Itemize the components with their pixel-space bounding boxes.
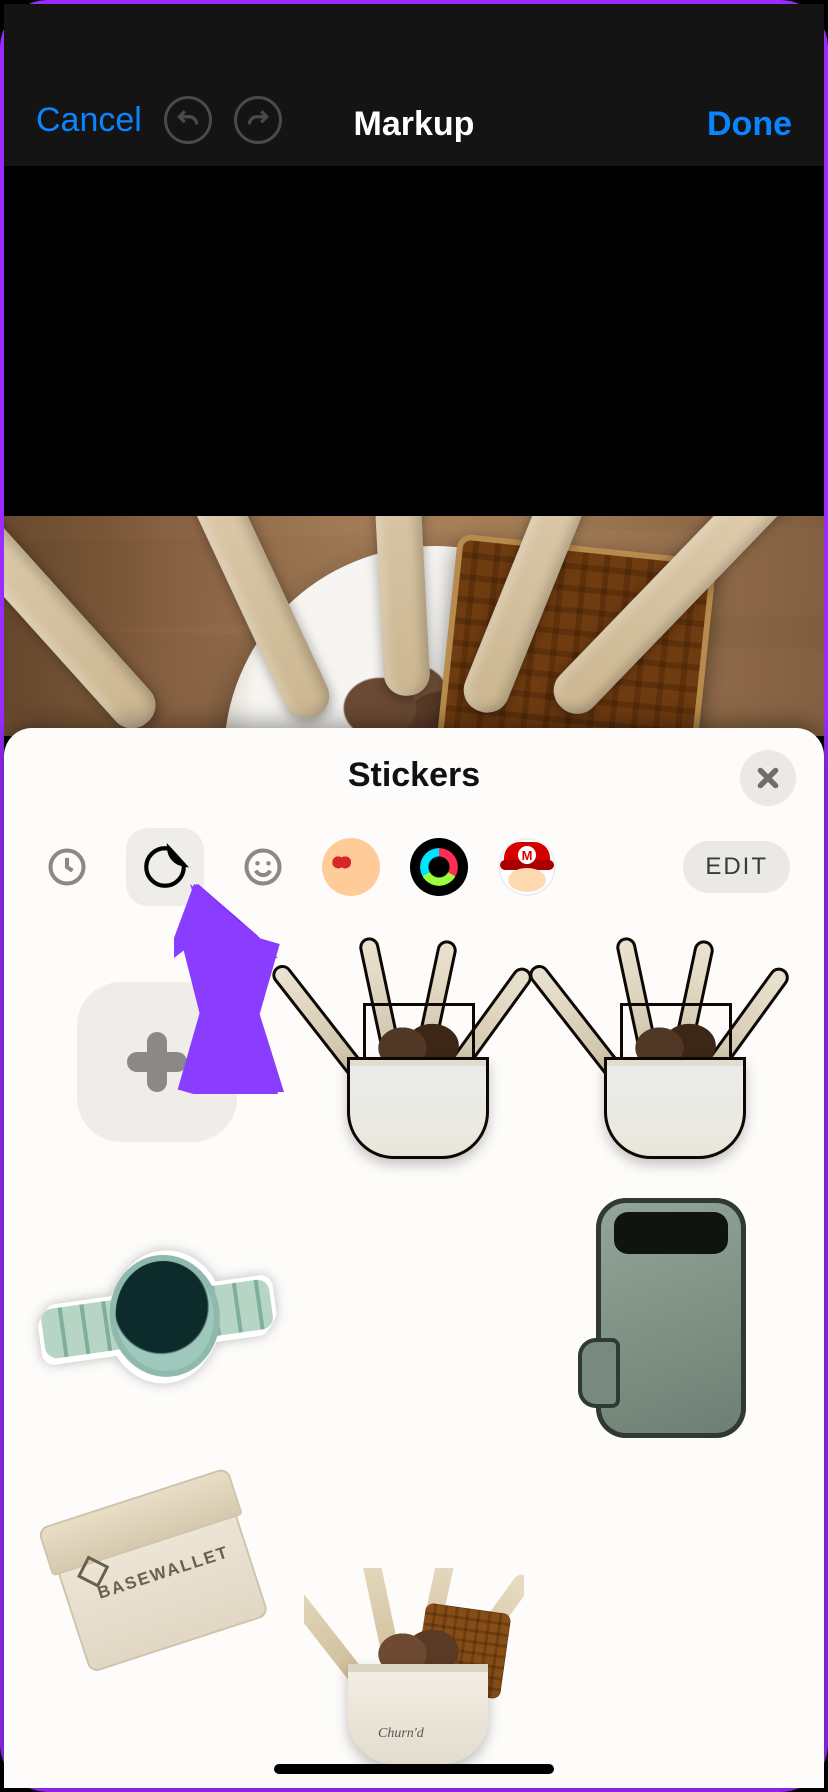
add-sticker-button[interactable] — [38, 952, 275, 1172]
sticker-category-row: M EDIT — [4, 822, 824, 912]
cancel-button[interactable]: Cancel — [36, 101, 142, 140]
clock-icon — [45, 845, 89, 889]
category-emoji[interactable] — [234, 838, 292, 896]
screen-title: Markup — [354, 105, 475, 144]
redo-button[interactable] — [234, 96, 282, 144]
plus-icon — [127, 1032, 187, 1092]
home-indicator[interactable] — [274, 1764, 554, 1774]
close-sheet-button[interactable] — [740, 750, 796, 806]
category-stickers[interactable] — [126, 828, 204, 906]
redo-icon — [245, 107, 271, 133]
edited-photo — [4, 516, 824, 736]
done-button[interactable]: Done — [707, 105, 792, 143]
category-recents[interactable] — [38, 838, 96, 896]
sticker-icecream-comic-2[interactable] — [553, 952, 790, 1172]
markup-nav-bar: Cancel Markup Done — [4, 4, 824, 166]
sticker-icecream-comic-1[interactable] — [295, 952, 532, 1172]
sticker-phone[interactable] — [553, 1208, 790, 1428]
sticker-peel-icon — [140, 842, 190, 892]
sticker-watch[interactable] — [38, 1208, 275, 1428]
category-fitness[interactable] — [410, 838, 468, 896]
edit-stickers-button[interactable]: EDIT — [683, 841, 790, 893]
undo-icon — [175, 107, 201, 133]
sticker-icecream-photo[interactable]: Churn'd — [295, 1208, 532, 1428]
memoji-icon — [322, 838, 380, 896]
category-mario[interactable]: M — [498, 838, 556, 896]
close-icon — [755, 765, 781, 791]
category-memoji[interactable] — [322, 838, 380, 896]
emoji-smile-icon — [241, 845, 285, 889]
sticker-grid: Churn'd BASEWALLET — [4, 912, 824, 1684]
sticker-wallet[interactable]: BASEWALLET — [38, 1464, 275, 1684]
stickers-sheet: Stickers — [4, 728, 824, 1788]
sheet-title: Stickers — [348, 756, 480, 795]
undo-button[interactable] — [164, 96, 212, 144]
